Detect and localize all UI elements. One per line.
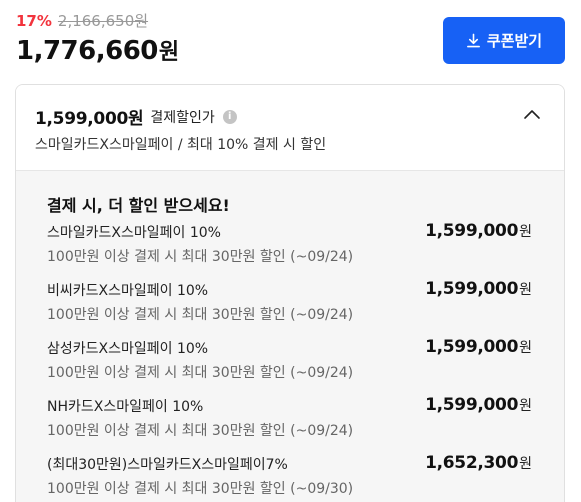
offer-name: NH카드X스마일페이 10% xyxy=(47,399,204,415)
offer-name: 비씨카드X스마일페이 10% xyxy=(47,283,209,299)
original-price: 2,166,650원 xyxy=(57,12,149,30)
offer-detail: 100만원 이상 결제 시 최대 30만원 할인 (~09/24) xyxy=(47,307,354,323)
offer-amount: 1,599,000 xyxy=(425,337,519,357)
offer-price: 1,599,000 원 xyxy=(425,221,532,241)
coupon-download-button[interactable]: 쿠폰받기 xyxy=(443,17,565,64)
offer-price: 1,599,000 원 xyxy=(425,337,532,357)
final-price: 1,776,660 원 xyxy=(16,34,179,66)
list-item: (최대30만원)스마일카드X스마일페이7% 100만원 이상 결제 시 최대 30… xyxy=(47,453,532,502)
offer-detail: 100만원 이상 결제 시 최대 30만원 할인 (~09/24) xyxy=(47,423,354,439)
offer-price: 1,599,000 원 xyxy=(425,395,532,415)
payment-discount-summary: 스마일카드X스마일페이 / 최대 10% 결제 시 할인 xyxy=(35,137,327,153)
offer-detail: 100만원 이상 결제 시 최대 30만원 할인 (~09/24) xyxy=(47,365,354,381)
final-price-amount: 1,776,660 xyxy=(16,36,158,66)
card-offers-section: 결제 시, 더 할인 받으세요! 스마일카드X스마일페이 10% 100만원 이상… xyxy=(16,171,564,502)
price-summary: 17% 2,166,650원 1,776,660 원 xyxy=(16,10,179,66)
discount-line: 17% 2,166,650원 xyxy=(16,10,179,32)
payment-discount-header[interactable]: 1,599,000원 결제할인가 i 스마일카드X스마일페이 / 최대 10% … xyxy=(16,85,564,171)
offer-name: (최대30만원)스마일카드X스마일페이7% xyxy=(47,457,288,473)
offer-amount: 1,599,000 xyxy=(425,221,519,241)
offer-name: 스마일카드X스마일페이 10% xyxy=(47,225,221,241)
list-item: 삼성카드X스마일페이 10% 100만원 이상 결제 시 최대 30만원 할인 (… xyxy=(47,337,532,396)
offers-list: 스마일카드X스마일페이 10% 100만원 이상 결제 시 최대 30만원 할인 … xyxy=(47,221,564,502)
chevron-up-icon[interactable] xyxy=(522,105,542,125)
offer-amount: 1,599,000 xyxy=(425,395,519,415)
offer-unit: 원 xyxy=(519,340,532,356)
offer-unit: 원 xyxy=(519,456,532,472)
payment-discount-price-row: 1,599,000원 결제할인가 i xyxy=(35,104,237,129)
offer-amount: 1,599,000 xyxy=(425,279,519,299)
offer-detail: 100만원 이상 결제 시 최대 30만원 할인 (~09/24) xyxy=(47,249,354,265)
payment-discount-amount: 1,599,000원 xyxy=(35,109,144,129)
payment-discount-label: 결제할인가 xyxy=(150,109,215,126)
offer-unit: 원 xyxy=(519,398,532,414)
list-item: NH카드X스마일페이 10% 100만원 이상 결제 시 최대 30만원 할인 (… xyxy=(47,395,532,454)
discount-rate: 17% xyxy=(16,12,52,30)
list-item: 비씨카드X스마일페이 10% 100만원 이상 결제 시 최대 30만원 할인 (… xyxy=(47,279,532,338)
payment-discount-panel: 1,599,000원 결제할인가 i 스마일카드X스마일페이 / 최대 10% … xyxy=(15,84,565,502)
offer-name: 삼성카드X스마일페이 10% xyxy=(47,341,209,357)
final-price-unit: 원 xyxy=(158,40,180,65)
offer-unit: 원 xyxy=(519,282,532,298)
coupon-button-label: 쿠폰받기 xyxy=(486,32,543,50)
offer-amount: 1,652,300 xyxy=(425,453,519,473)
offer-detail: 100만원 이상 결제 시 최대 30만원 할인 (~09/30) xyxy=(47,481,354,497)
offer-price: 1,652,300 원 xyxy=(425,453,532,473)
offer-unit: 원 xyxy=(519,224,532,240)
offers-title: 결제 시, 더 할인 받으세요! xyxy=(47,196,230,215)
list-item: 스마일카드X스마일페이 10% 100만원 이상 결제 시 최대 30만원 할인 … xyxy=(47,221,532,280)
info-icon[interactable]: i xyxy=(222,109,237,124)
download-icon xyxy=(466,33,481,48)
offer-price: 1,599,000 원 xyxy=(425,279,532,299)
